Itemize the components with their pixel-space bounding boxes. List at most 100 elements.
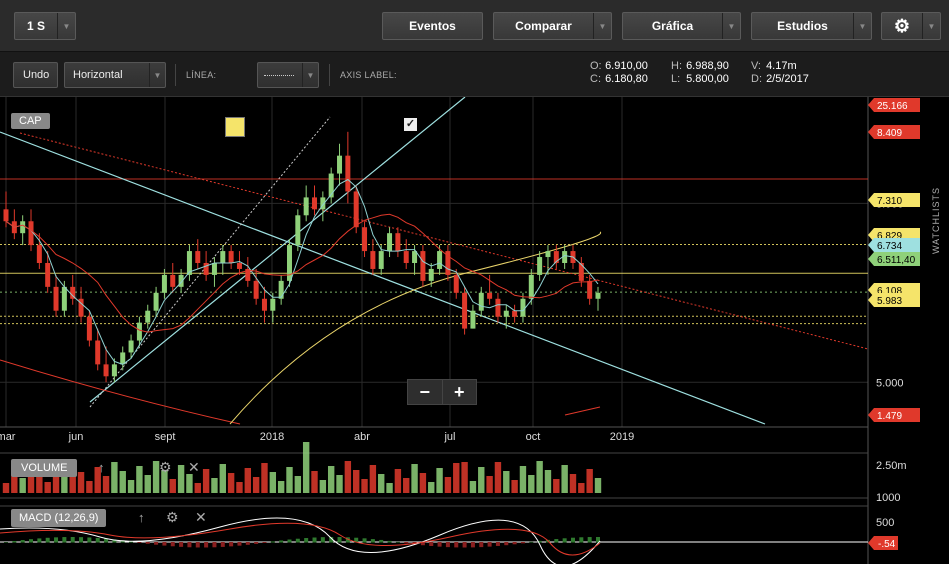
- candle-body: [136, 322, 142, 341]
- macd-histogram-bar: [237, 542, 242, 546]
- chevron-down-icon: ▼: [722, 13, 740, 39]
- macd-histogram-bar: [587, 537, 592, 543]
- undo-button[interactable]: Undo: [13, 62, 58, 88]
- volume-bar: [361, 479, 368, 493]
- candle-body: [153, 292, 159, 311]
- macd-histogram-bar: [220, 542, 225, 547]
- volume-bar: [319, 480, 327, 493]
- macd-histogram-bar: [154, 542, 159, 545]
- close-value: 6.180,80: [605, 73, 648, 85]
- draw-mode-label: Horizontal: [73, 69, 123, 81]
- macd-histogram-bar: [37, 538, 42, 543]
- draw-mode-select[interactable]: Horizontal ▼: [64, 62, 166, 88]
- macd-histogram-bar: [304, 538, 309, 543]
- candle-body: [345, 155, 351, 192]
- watchlists-tab[interactable]: WATCHLISTS: [925, 150, 949, 262]
- macd-histogram-bar: [437, 542, 442, 547]
- period-label: 1 S: [26, 19, 45, 33]
- macd-histogram-bar: [195, 542, 200, 548]
- candle-body: [378, 251, 384, 269]
- macd-histogram-bar: [554, 539, 559, 543]
- macd-histogram-bar: [429, 542, 434, 546]
- volume-bar: [294, 476, 302, 493]
- macd-histogram-bar: [29, 539, 34, 543]
- volume-bar: [511, 480, 518, 493]
- chevron-down-icon: ▼: [302, 63, 318, 87]
- line-color-label: LÍNEA:: [186, 70, 217, 80]
- volume-bar: [428, 482, 435, 493]
- price-label: 1.479: [877, 411, 902, 422]
- zoom-out-button[interactable]: −: [408, 380, 442, 404]
- candle-body: [453, 274, 459, 293]
- gear-icon[interactable]: ⚙: [159, 459, 172, 476]
- volume-bar: [378, 474, 385, 493]
- macd-histogram-bar: [170, 542, 175, 547]
- events-button[interactable]: Eventos: [382, 12, 483, 40]
- close-icon[interactable]: ✕: [188, 459, 200, 476]
- line-style-select[interactable]: ▼: [257, 62, 319, 88]
- candle-body: [103, 364, 109, 377]
- candle-body: [528, 274, 534, 299]
- x-tick-label: abr: [354, 431, 370, 443]
- volume-bar: [227, 473, 235, 493]
- volume-bar: [369, 465, 377, 493]
- candle-body: [537, 257, 543, 275]
- volume-bar: [327, 466, 335, 493]
- volume-bar: [336, 475, 343, 493]
- volume-bar: [302, 442, 310, 493]
- open-label: O:: [590, 60, 602, 72]
- candle-body: [595, 292, 601, 299]
- settings-select[interactable]: ⚙ ▼: [881, 12, 941, 40]
- price-chart[interactable]: marjunsept2018abrjuloct20198.0005.00025.…: [0, 97, 920, 564]
- macd-histogram-bar: [479, 542, 484, 548]
- events-label: Eventos: [409, 19, 456, 33]
- volume-bar: [177, 465, 185, 493]
- candle-body: [86, 316, 92, 341]
- watchlists-label: WATCHLISTS: [931, 186, 941, 254]
- volume-bar: [236, 482, 243, 493]
- candle-body: [128, 340, 134, 353]
- studies-select[interactable]: Estudios ▼: [751, 12, 872, 40]
- macd-histogram-bar: [379, 539, 384, 543]
- macd-histogram-bar: [462, 542, 467, 548]
- zoom-in-button[interactable]: +: [441, 380, 477, 404]
- volume-bar: [503, 471, 510, 493]
- candle-body: [370, 251, 376, 269]
- macd-histogram-bar: [187, 542, 192, 548]
- up-arrow-icon[interactable]: ↑: [138, 510, 145, 525]
- volume-bar: [436, 468, 443, 493]
- macd-histogram-bar: [320, 537, 325, 543]
- volume-panel-label: VOLUME: [11, 459, 78, 477]
- chart-area[interactable]: marjunsept2018abrjuloct20198.0005.00025.…: [0, 97, 920, 564]
- volume-bar: [219, 464, 226, 493]
- x-tick-label: mar: [0, 431, 16, 443]
- volume-bar: [453, 463, 460, 493]
- candle-body: [45, 263, 51, 287]
- candle-body: [228, 251, 234, 263]
- low-label: L:: [671, 73, 681, 85]
- candle-body: [145, 310, 151, 323]
- close-icon[interactable]: ✕: [195, 509, 207, 526]
- macd-histogram-bar: [404, 542, 409, 544]
- macd-histogram-bar: [529, 541, 534, 543]
- period-select[interactable]: 1 S ▼: [14, 12, 76, 40]
- macd-histogram-bar: [87, 537, 92, 543]
- macd-histogram-bar: [495, 542, 500, 546]
- gear-icon[interactable]: ⚙: [166, 509, 179, 526]
- compare-select[interactable]: Comparar ▼: [493, 12, 612, 40]
- macd-histogram-bar: [54, 537, 59, 543]
- volume-bar: [86, 481, 93, 493]
- macd-histogram-bar: [262, 542, 267, 543]
- y-tick-label: 5.000: [876, 377, 904, 389]
- volume-bar: [411, 464, 418, 493]
- chart-type-select[interactable]: Gráfica ▼: [622, 12, 741, 40]
- candle-body: [462, 292, 468, 329]
- quote-readout: O: 6.910,00 C: 6.180,80: [590, 60, 648, 86]
- macd-histogram-bar: [245, 542, 250, 545]
- volume-bar: [569, 474, 577, 493]
- macd-histogram-bar: [570, 537, 575, 543]
- macd-histogram-bar: [287, 539, 292, 543]
- up-arrow-icon[interactable]: ↑: [98, 460, 105, 475]
- candle-body: [503, 310, 509, 317]
- price-label: 6.734: [877, 241, 902, 252]
